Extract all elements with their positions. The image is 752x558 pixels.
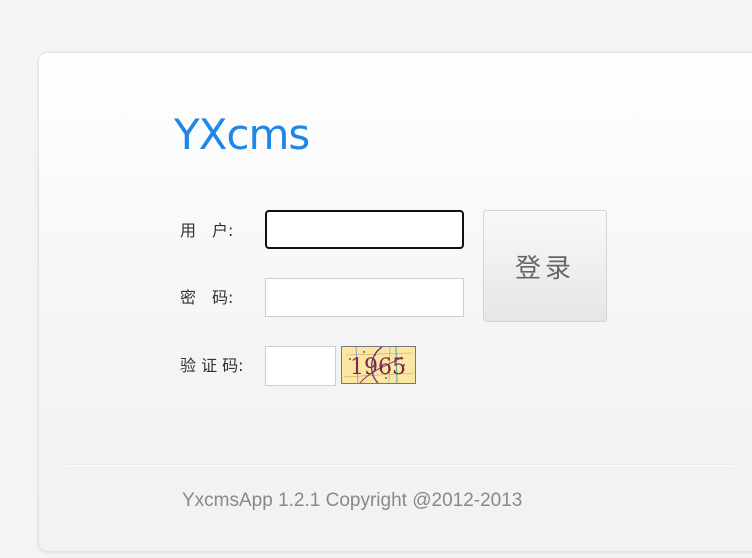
app-logo: YXcms bbox=[174, 110, 310, 159]
captcha-label: 验 证 码: bbox=[180, 356, 244, 375]
login-button[interactable]: 登录 bbox=[483, 210, 607, 322]
footer-divider bbox=[68, 464, 732, 465]
password-label: 密 码: bbox=[180, 288, 234, 307]
captcha-image[interactable]: 1965 bbox=[341, 346, 416, 384]
password-input[interactable] bbox=[265, 278, 464, 317]
captcha-text: 1965 bbox=[350, 355, 406, 380]
captcha-graphic: 1965 bbox=[343, 347, 415, 383]
captcha-input[interactable] bbox=[265, 346, 336, 386]
username-input[interactable] bbox=[265, 210, 464, 249]
username-label: 用 户: bbox=[180, 221, 234, 240]
copyright-footer: YxcmsApp 1.2.1 Copyright @2012-2013 bbox=[182, 490, 523, 511]
